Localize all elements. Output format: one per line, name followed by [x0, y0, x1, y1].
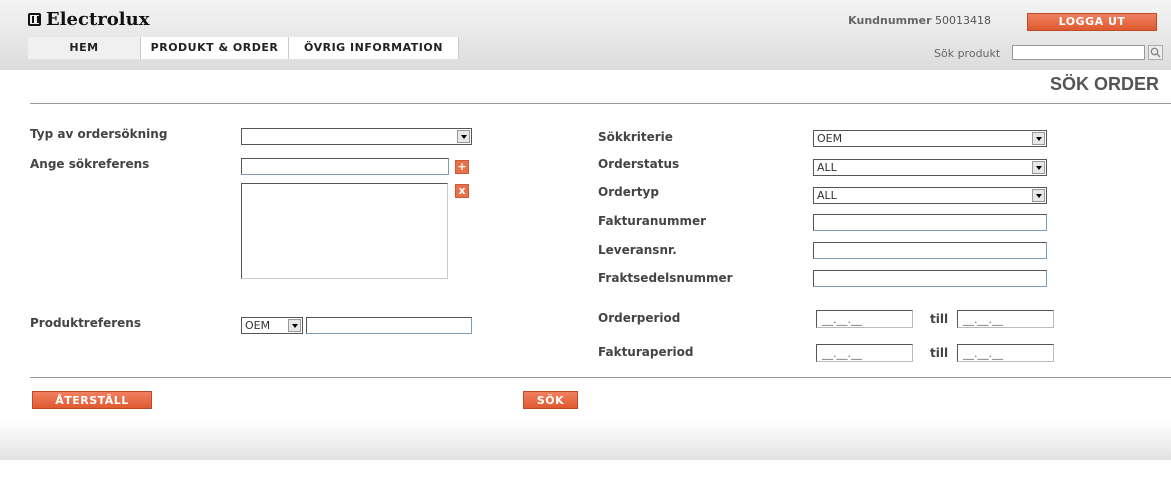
search-button[interactable]: SÖK — [523, 391, 578, 409]
invoice-number-label: Fakturanummer — [598, 214, 707, 228]
search-criteria-label: Sökkriterie — [598, 130, 673, 144]
nav-item-hem[interactable]: HEM — [28, 37, 141, 59]
plus-icon: + — [457, 160, 467, 173]
divider-top — [30, 103, 1171, 104]
chevron-down-icon — [1032, 161, 1045, 174]
order-status-label: Orderstatus — [598, 157, 680, 171]
reference-list[interactable] — [241, 183, 448, 279]
search-icon[interactable] — [1148, 45, 1163, 60]
order-period-from-input[interactable]: __.__.__ — [816, 310, 913, 328]
customer-number: Kundnummer 50013418 — [848, 14, 991, 27]
brand-name: Electrolux — [46, 8, 150, 30]
customer-number-label: Kundnummer — [848, 14, 932, 27]
order-period-label: Orderperiod — [598, 311, 681, 325]
search-type-select[interactable] — [241, 128, 472, 145]
main-nav: HEM PRODUKT & ORDER ÖVRIG INFORMATION — [28, 37, 459, 59]
chevron-down-icon — [457, 130, 470, 143]
nav-item-produkt-order[interactable]: PRODUKT & ORDER — [141, 37, 289, 59]
nav-item-ovrig-information[interactable]: ÖVRIG INFORMATION — [289, 37, 459, 59]
order-status-select[interactable]: ALL — [813, 159, 1047, 176]
footer-bar — [0, 420, 1171, 460]
search-reference-label: Ange sökreferens — [30, 157, 150, 171]
product-search-input[interactable] — [1012, 45, 1145, 60]
logout-button[interactable]: LOGGA UT — [1027, 13, 1157, 31]
order-type-value: ALL — [817, 189, 837, 202]
chevron-down-icon — [288, 319, 301, 332]
invoice-period-to-input[interactable]: __.__.__ — [957, 344, 1054, 362]
invoice-period-from-input[interactable]: __.__.__ — [816, 344, 913, 362]
invoice-number-input[interactable] — [813, 214, 1047, 231]
product-search-label: Sök produkt — [934, 47, 1001, 60]
waybill-number-label: Fraktsedelsnummer — [598, 271, 733, 285]
electrolux-logo-icon — [28, 12, 41, 26]
add-reference-button[interactable]: + — [455, 160, 469, 174]
search-criteria-value: OEM — [817, 132, 843, 145]
invoice-period-label: Fakturaperiod — [598, 345, 694, 359]
remove-reference-button[interactable]: x — [455, 184, 469, 198]
customer-number-value: 50013418 — [935, 14, 991, 27]
delivery-number-label: Leveransnr. — [598, 243, 677, 257]
close-icon: x — [458, 184, 466, 197]
electrolux-logo[interactable]: Electrolux — [28, 8, 149, 30]
order-status-value: ALL — [817, 161, 837, 174]
order-period-till-label: till — [930, 312, 949, 326]
order-period-to-input[interactable]: __.__.__ — [957, 310, 1054, 328]
product-reference-input[interactable] — [306, 317, 472, 334]
product-reference-label: Produktreferens — [30, 316, 141, 330]
order-type-select[interactable]: ALL — [813, 187, 1047, 204]
product-reference-select-value: OEM — [245, 319, 271, 332]
delivery-number-input[interactable] — [813, 242, 1047, 259]
search-reference-input[interactable] — [241, 158, 449, 175]
divider-bottom — [30, 377, 1171, 378]
waybill-number-input[interactable] — [813, 270, 1047, 287]
order-type-label: Ordertyp — [598, 185, 659, 199]
page-title: SÖK ORDER — [1049, 74, 1159, 94]
reset-button[interactable]: ÅTERSTÄLL — [32, 391, 152, 409]
invoice-period-till-label: till — [930, 346, 949, 360]
search-type-label: Typ av ordersökning — [30, 127, 168, 141]
chevron-down-icon — [1032, 132, 1045, 145]
search-criteria-select[interactable]: OEM — [813, 130, 1047, 147]
chevron-down-icon — [1032, 189, 1045, 202]
product-reference-select[interactable]: OEM — [241, 317, 303, 334]
